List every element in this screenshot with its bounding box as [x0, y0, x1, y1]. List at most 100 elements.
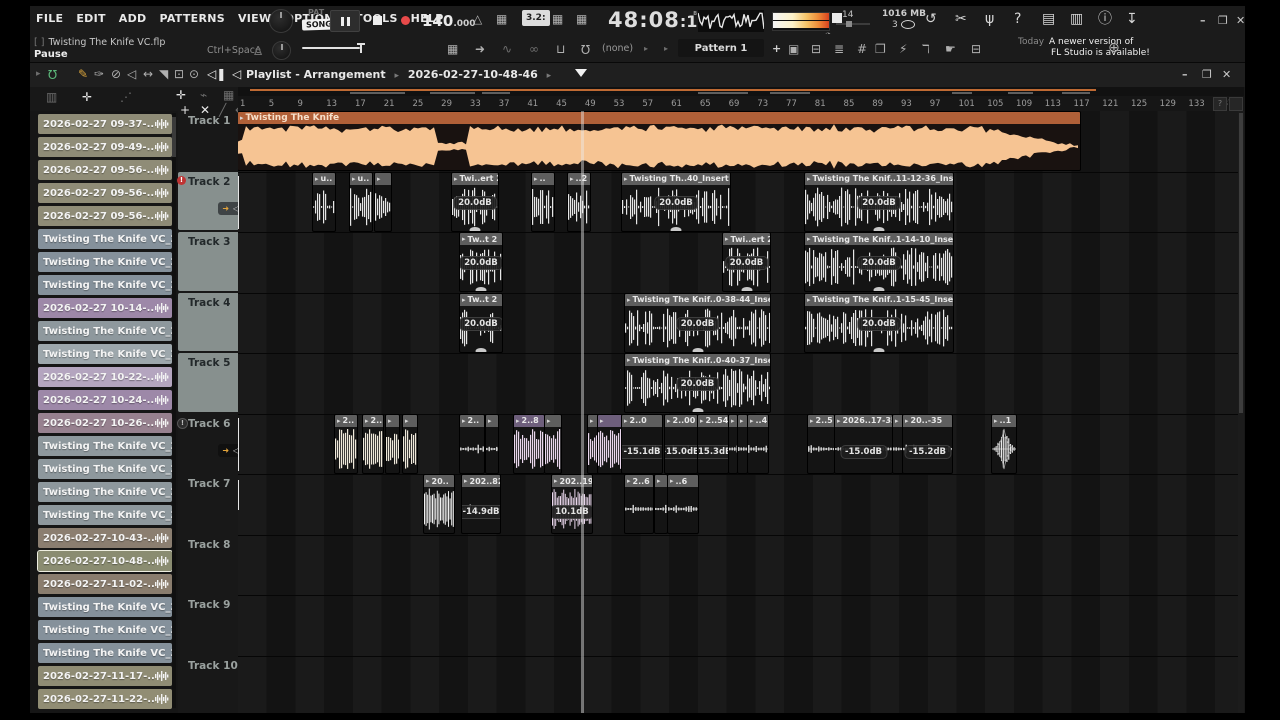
playlist-minimize-button[interactable]: – [1182, 68, 1188, 81]
clip-header[interactable]: ▸ [375, 172, 391, 185]
clip-gain-badge[interactable]: 20.0dB [654, 195, 698, 210]
clip-handle[interactable] [475, 347, 487, 352]
globe-icon[interactable]: ⊕ [1108, 41, 1120, 55]
clip-header[interactable]: ▸ 202..19 [552, 475, 592, 487]
browser-item[interactable]: 2026-02-27-11-02-.. [38, 574, 172, 594]
clip-handle[interactable] [873, 347, 885, 352]
clip-header[interactable]: ▸ 2.. [335, 414, 357, 427]
metronome-icon[interactable]: Δ [254, 45, 262, 57]
clip-gain-badge[interactable]: 10.1dB [552, 505, 592, 520]
snap-magnet-icon[interactable]: Ω [581, 42, 590, 56]
clip-header[interactable]: ▸202..82 [462, 475, 500, 487]
browser-item[interactable]: Twisting The Knife VC_20.. [38, 344, 172, 364]
clip-gain-badge[interactable]: 20.0dB [675, 316, 720, 331]
audio-clip[interactable]: ▸ ..6 [668, 475, 698, 533]
audio-clip[interactable]: ▸ ..4 [748, 414, 768, 473]
audio-clip[interactable]: ▸ 202..19 10.1dB [552, 475, 592, 533]
browser-item[interactable]: 2026-02-27 09-49-.. [38, 137, 172, 157]
breadcrumb-arrangement[interactable]: 2026-02-27-10-48-46 [408, 68, 538, 81]
clip-header[interactable]: ▸ 2..0 [622, 414, 662, 427]
help-icon[interactable]: ? [1014, 12, 1021, 26]
playlist-magnet-icon[interactable]: Ω [48, 67, 57, 81]
browser-item[interactable]: 2026-02-27 10-14-.. [38, 298, 172, 318]
bucket-icon[interactable]: ⊔ [556, 43, 565, 55]
clip-header[interactable]: ▸ u.. [350, 172, 372, 185]
close-button[interactable]: ✕ [1236, 14, 1245, 27]
performance-mode-icon[interactable]: ⋰ [120, 91, 132, 103]
tempo-display[interactable]: 140.000 [422, 11, 476, 30]
keyboard-loop-icon[interactable]: ▦ [576, 13, 587, 25]
clip-header[interactable]: ▸ 2..00 [665, 414, 697, 427]
audio-clip[interactable]: ▸Twisting The Knif..1-14-10_Insert 2 20.0… [805, 233, 953, 291]
record-button[interactable] [394, 10, 416, 30]
picker-panel-icon[interactable]: ▥ [46, 91, 57, 103]
audio-clip[interactable]: ▸ [588, 414, 598, 473]
audio-clip[interactable]: ▸Twisting The Knif..0-40-37_Insert 2 20.0… [625, 354, 770, 412]
clip-header[interactable]: ▸ 2.. [363, 414, 383, 427]
info-icon[interactable]: ⓘ [1098, 12, 1112, 26]
plugin-icon[interactable]: ⚡ [899, 43, 907, 55]
slip-tool-icon[interactable]: ↔ [143, 68, 153, 80]
ruler-option-button[interactable]: ? [1213, 97, 1227, 111]
export-icon[interactable]: ↧ [1126, 12, 1138, 26]
menu-view[interactable]: VIEW [238, 12, 271, 25]
clip-header[interactable]: ▸ [386, 414, 399, 427]
clip-header[interactable]: ▸ [893, 414, 903, 427]
browser-item[interactable]: Twisting The Knife VC_20.. [38, 597, 172, 617]
audio-clip[interactable]: ▸ [375, 172, 391, 231]
clip-header[interactable]: ▸ [729, 414, 737, 427]
step-edit-icon[interactable]: ➜ [475, 43, 485, 55]
browser-item[interactable]: 2026-02-27 09-56-.. [38, 206, 172, 226]
audio-clip[interactable]: ▸ 20..-35 -15.2dB [903, 414, 952, 473]
minimize-button[interactable]: – [1200, 14, 1206, 27]
browser-item[interactable]: 2026-02-27 09-56-.. [38, 183, 172, 203]
audio-clip[interactable]: ▸ Tw..t 2 20.0dB [460, 293, 502, 352]
undo-icon[interactable]: ↺ [925, 12, 937, 26]
audio-clip[interactable]: ▸ [893, 414, 903, 473]
update-notification[interactable]: Today A newer version of FL Studio is ava… [1018, 37, 1150, 59]
audio-clip[interactable]: ▸ 2..8 [514, 414, 544, 473]
delete-tool-icon[interactable]: ⊘ [111, 68, 121, 80]
stop-button[interactable] [366, 10, 388, 30]
audio-clip[interactable]: ▸ Twi..ert 2 20.0dB [723, 233, 770, 291]
copy-icon[interactable]: ❐ [875, 43, 886, 55]
keyboard-time-icon[interactable]: ▦ [496, 13, 507, 25]
clip-gain-badge[interactable]: 20.0dB [857, 256, 901, 271]
clip-header[interactable]: ▸ [598, 414, 622, 427]
audio-clip[interactable]: ▸ 2.. [460, 414, 484, 473]
clip-header[interactable]: ▸ [545, 414, 561, 427]
clip-gain-badge[interactable]: 20.0dB [857, 195, 901, 210]
audio-clip[interactable]: ▸ 2.. [335, 414, 357, 473]
horizontal-scrollbar[interactable] [238, 87, 1244, 96]
audio-clip[interactable]: ▸Twisting The Knif..0-38-44_Insert 2 20.0… [625, 293, 770, 352]
audio-clip[interactable]: ▸ 2..0 -15.1dB [622, 414, 662, 473]
cut-icon[interactable]: ✂ [955, 12, 967, 26]
mini-slider[interactable] [836, 21, 870, 27]
audio-clip[interactable]: ▸.. [532, 172, 554, 231]
shop-cart-icon[interactable]: ⊟ [971, 43, 981, 55]
clip-gain-badge[interactable]: 20.0dB [857, 316, 901, 331]
clip-header[interactable]: ▸ ..2 [568, 172, 590, 185]
snap-arrow-icon[interactable]: ▸ [644, 45, 648, 53]
menu-patterns[interactable]: PATTERNS [159, 12, 224, 25]
clip-handle[interactable] [692, 347, 703, 352]
browser-item[interactable]: Twisting The Knife VC_20.. [38, 275, 172, 295]
picture-icon[interactable]: ▣ [788, 43, 799, 55]
clip-header[interactable]: ▸ 2..54 [698, 414, 728, 427]
clip-header[interactable]: ▸ [403, 414, 417, 427]
browser-item[interactable]: Twisting The Knife VC_20.. [38, 252, 172, 272]
clip-gain-badge[interactable]: 20.0dB [460, 256, 502, 271]
audio-clip[interactable]: ▸ 2.. [363, 414, 383, 473]
clip-gain-badge[interactable]: -15.1dB [622, 444, 662, 459]
clip-header[interactable]: ▸ Twi..ert 2 [723, 233, 770, 245]
clip-header[interactable]: ▸ [738, 414, 747, 427]
clip-handle[interactable] [741, 287, 752, 291]
audio-clip[interactable]: ▸2..00 -15.0dB [665, 414, 697, 473]
clip-header[interactable]: ▸ Tw..t 2 [460, 293, 502, 306]
clip-gain-badge[interactable]: 20.0dB [724, 256, 769, 271]
microphone-icon[interactable]: ψ [985, 12, 994, 26]
browser-item[interactable]: 2026-02-27-11-22-.. [38, 689, 172, 709]
record-arm-icon[interactable]: ➜ [222, 204, 229, 213]
clip-header[interactable]: ▸ ..4 [748, 414, 768, 427]
menu-file[interactable]: FILE [36, 12, 63, 25]
